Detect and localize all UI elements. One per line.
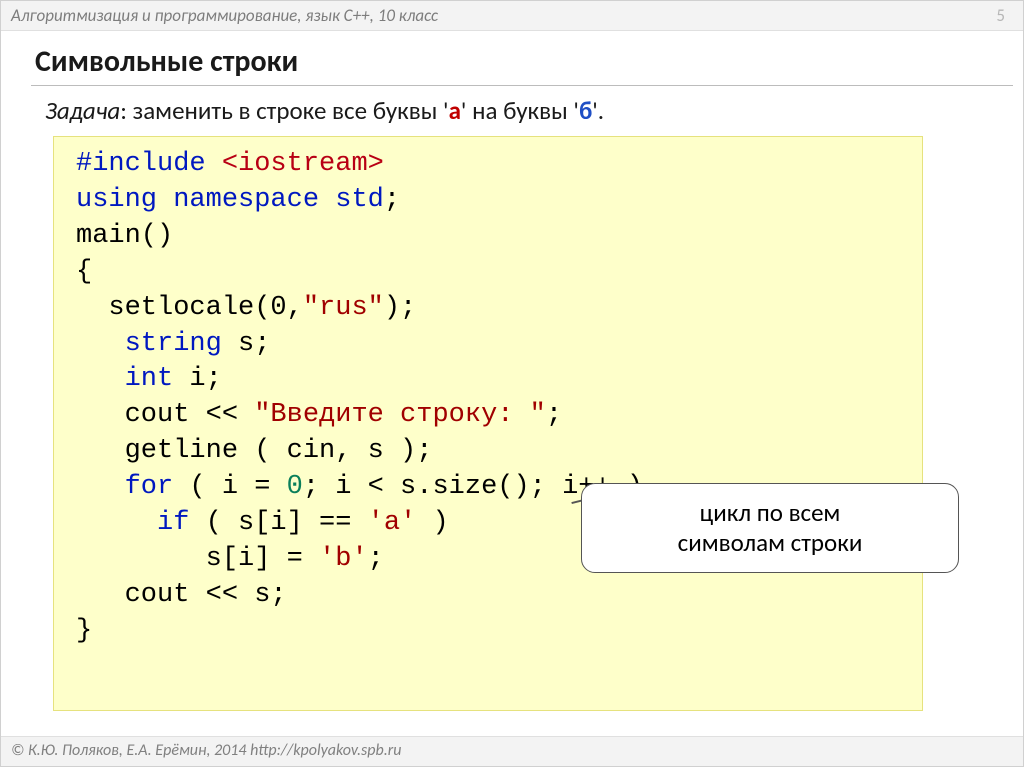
code-t: for <box>125 472 174 502</box>
code-t: std <box>335 185 384 215</box>
callout-text: цикл по всем символам строки <box>678 498 863 558</box>
footer-text: © К.Ю. Поляков, Е.А. Ерёмин, 2014 http:/… <box>11 741 401 760</box>
code-t: s[i] = <box>76 544 319 574</box>
task-lead: Задача <box>45 95 120 126</box>
code-t: getline ( cin, s ); <box>76 436 432 466</box>
code-t: 0 <box>287 472 303 502</box>
code-t: if <box>157 508 189 538</box>
header-bar: Алгоритмизация и программирование, язык … <box>1 1 1023 31</box>
code-t <box>76 329 125 359</box>
code-t: ; <box>368 544 384 574</box>
code-t: ( s[i] == <box>189 508 367 538</box>
code-t: "Введите строку: " <box>254 400 546 430</box>
slide-title: Символьные строки <box>35 43 298 80</box>
code-t: ; <box>384 185 400 215</box>
code-t: cout << <box>76 400 254 430</box>
code-t <box>76 364 125 394</box>
code-t: 'b' <box>319 544 368 574</box>
code-t: using <box>76 185 157 215</box>
task-text-3: '. <box>592 95 604 126</box>
code-t: namespace <box>157 185 335 215</box>
code-t: { <box>76 257 92 287</box>
code-t <box>76 508 157 538</box>
code-t: #include <box>76 149 222 179</box>
code-t: i; <box>173 364 222 394</box>
task-letter-a: а <box>449 95 461 126</box>
code-t: int <box>125 364 174 394</box>
footer-bar: © К.Ю. Поляков, Е.А. Ерёмин, 2014 http:/… <box>1 736 1023 766</box>
code-t: 'a' <box>368 508 417 538</box>
title-rule <box>31 85 1013 86</box>
code-t: main() <box>76 221 173 251</box>
slide: Алгоритмизация и программирование, язык … <box>0 0 1024 767</box>
task-text-1: : заменить в строке все буквы ' <box>120 95 448 126</box>
code-t <box>76 472 125 502</box>
code-t: s; <box>222 329 271 359</box>
code-t: ); <box>384 293 416 323</box>
task-text-2: ' на буквы ' <box>461 95 579 126</box>
code-t: string <box>125 329 222 359</box>
code-block: #include <iostream> using namespace std;… <box>53 136 923 711</box>
course-label: Алгоритмизация и программирование, язык … <box>11 5 438 26</box>
code-t: ( i = <box>173 472 286 502</box>
task-letter-b: б <box>579 95 592 126</box>
callout-box: цикл по всем символам строки <box>581 483 959 573</box>
code-t: ) <box>416 508 448 538</box>
code-t: } <box>76 616 92 646</box>
code-t: cout << s; <box>76 580 287 610</box>
code-t: ; <box>546 400 562 430</box>
page-number: 5 <box>996 5 1005 26</box>
code-t: "rus" <box>303 293 384 323</box>
task-line: Задача: заменить в строке все буквы 'а' … <box>45 95 604 126</box>
code-t: setlocale(0, <box>76 293 303 323</box>
code-t: <iostream> <box>222 149 384 179</box>
